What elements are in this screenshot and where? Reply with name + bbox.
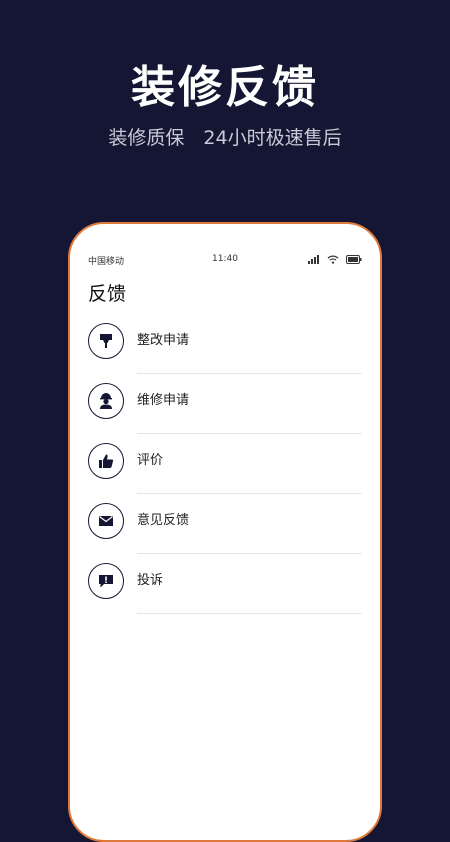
- menu-item-label: 评价: [137, 453, 164, 468]
- phone-mockup: 中国移动 11:40 反馈 整改申请 维修申请 评价 意见反馈 投诉: [68, 222, 382, 842]
- signal-icon: [308, 255, 320, 264]
- status-bar: 中国移动 11:40: [88, 254, 362, 268]
- battery-icon: [346, 255, 362, 264]
- banner-subtitle: 装修质保 24小时极速售后: [108, 127, 342, 149]
- menu-item-label: 维修申请: [137, 393, 190, 408]
- page-title: 反馈: [88, 283, 127, 305]
- banner-title: 装修反馈: [131, 62, 319, 113]
- divider: [137, 613, 362, 614]
- menu-item-label: 投诉: [137, 573, 164, 588]
- menu-item-repair[interactable]: 维修申请: [70, 374, 380, 434]
- menu-item-feedback[interactable]: 意见反馈: [70, 494, 380, 554]
- feedback-menu: 整改申请 维修申请 评价 意见反馈 投诉: [70, 314, 380, 614]
- rectification-icon: [88, 323, 124, 359]
- menu-item-rectification[interactable]: 整改申请: [70, 314, 380, 374]
- menu-item-complaint[interactable]: 投诉: [70, 554, 380, 614]
- envelope-icon: [88, 503, 124, 539]
- wifi-icon: [327, 255, 339, 264]
- thumbs-up-icon: [88, 443, 124, 479]
- repair-worker-icon: [88, 383, 124, 419]
- complaint-icon: [88, 563, 124, 599]
- menu-item-label: 意见反馈: [137, 513, 190, 528]
- menu-item-label: 整改申请: [137, 333, 190, 348]
- menu-item-review[interactable]: 评价: [70, 434, 380, 494]
- status-icons: [304, 255, 362, 265]
